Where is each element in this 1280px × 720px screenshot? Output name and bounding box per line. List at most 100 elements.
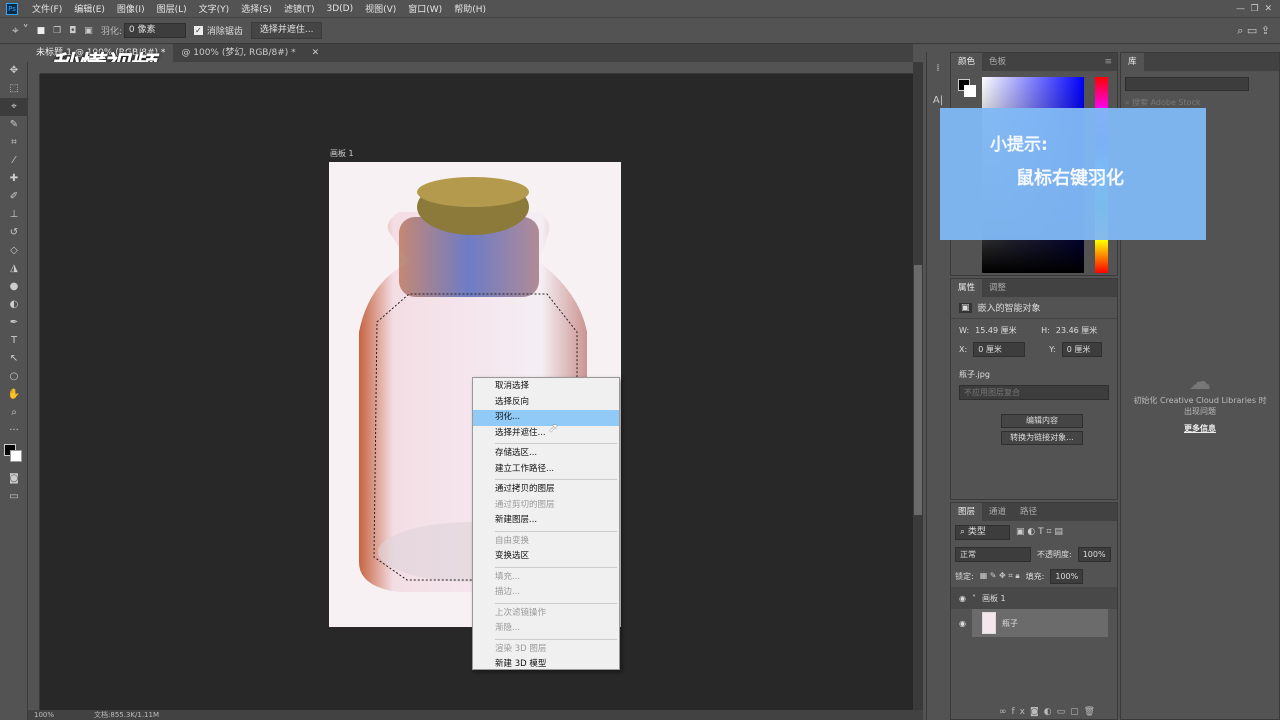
subtract-selection-icon[interactable]: ◘ [69,26,76,36]
edit-contents-button[interactable]: 编辑内容 [1001,414,1083,428]
stamp-tool-icon[interactable]: ⊥ [0,206,28,224]
antialias-checkbox[interactable]: ✓ [193,26,203,35]
visibility-eye-icon[interactable]: ◉ [959,594,966,603]
menu-item-layer-via-copy[interactable]: 通过拷贝的图层 [473,482,619,498]
shape-tool-icon[interactable]: ○ [0,368,28,386]
menu-item-new-3d-model[interactable]: 新建 3D 模型 [473,657,619,673]
layer-actions-icons[interactable]: ∞fx◙◐▭▢🗑︎ [999,707,1100,717]
menu-window[interactable]: 窗口(W) [402,2,448,15]
library-select[interactable] [1125,77,1249,91]
more-tools-icon[interactable]: ··· [0,422,28,440]
ruler-vertical [28,74,40,710]
convert-to-linked-button[interactable]: 转换为链接对象... [1001,431,1083,445]
close-tab-icon[interactable]: ✕ [304,44,328,62]
height-value[interactable]: 23.46 厘米 [1056,325,1097,336]
add-selection-icon[interactable]: ❐ [53,26,61,36]
filter-icons[interactable]: ▣ ◐ T ⌗ ▤ [1016,527,1063,537]
smart-object-icon: ▣ [959,302,972,313]
hand-tool-icon[interactable]: ✋ [0,386,28,404]
blend-mode-select[interactable]: 正常 [955,546,1031,562]
antialias-label: 消除锯齿 [206,27,243,37]
menu-item-transform-selection[interactable]: 变换选区 [473,549,619,565]
tab-layers[interactable]: 图层 [951,503,983,521]
zoom-tool-icon[interactable]: ⌕ [0,404,28,422]
foreground-background-color[interactable] [0,440,28,470]
menu-item-deselect[interactable]: 取消选择 [473,379,619,395]
menu-item-new-layer[interactable]: 新建图层... [473,513,619,529]
height-label: H: [1041,325,1050,335]
width-value[interactable]: 15.49 厘米 [975,325,1035,336]
menu-layer[interactable]: 图层(L) [151,2,193,15]
marquee-tool-icon[interactable]: ⬚ [0,80,28,98]
menu-select[interactable]: 选择(S) [235,2,278,15]
visibility-eye-icon[interactable]: ◉ [959,619,966,628]
tab-properties[interactable]: 属性 [951,279,983,297]
polygonal-lasso-icon[interactable]: ⌖ ˅ [12,23,29,38]
menu-filter[interactable]: 滤镜(T) [278,2,321,15]
x-input[interactable]: 0 厘米 [973,341,1026,357]
history-brush-icon[interactable]: ↺ [0,224,28,242]
history-panel-icon[interactable]: ⁞ [927,60,949,78]
window-controls[interactable]: — ❐ ✕ [1236,4,1280,14]
eyedropper-icon[interactable]: ⁄ [0,152,28,170]
intersect-selection-icon[interactable]: ▣ [84,26,93,36]
y-input[interactable]: 0 厘米 [1061,341,1102,357]
tab-paths[interactable]: 路径 [1013,503,1044,521]
stock-search-input[interactable]: ⌕ 搜索 Adobe Stock [1125,97,1275,108]
tab-channels[interactable]: 通道 [982,503,1013,521]
menu-file[interactable]: 文件(F) [26,2,68,15]
lasso-tool-icon[interactable]: ⌖ [0,98,28,116]
blur-tool-icon[interactable]: ● [0,278,28,296]
brush-tool-icon[interactable]: ✐ [0,188,28,206]
expand-chevron-icon[interactable]: ˅ [972,594,976,603]
menu-separator [495,530,617,532]
scrollbar-thumb[interactable] [914,265,922,515]
zoom-level[interactable]: 100% [34,710,54,720]
opacity-label: 不透明度: [1037,549,1072,559]
path-select-icon[interactable]: ↖ [0,350,28,368]
lock-icons[interactable]: ▦ ✎ ✥ ⌗ 🔒︎ [980,571,1020,581]
tab-document-2[interactable]: @ 100% (梦幻, RGB/8#) * [173,44,303,62]
tab-color[interactable]: 颜色 [951,53,983,71]
panel-menu-icon[interactable]: ≡ [1099,53,1117,71]
pen-tool-icon[interactable]: ✒ [0,314,28,332]
tab-libraries[interactable]: 库 [1121,53,1144,71]
crop-tool-icon[interactable]: ⌗ [0,134,28,152]
tab-adjustments[interactable]: 调整 [982,279,1013,297]
menu-item-save-selection[interactable]: 存储选区... [473,446,619,462]
fill-input[interactable]: 100% [1050,568,1084,584]
eraser-icon[interactable]: ◇ [0,242,28,260]
layer-filter-select[interactable]: ⌕ 类型 [955,524,1010,540]
opacity-input[interactable]: 100% [1077,546,1111,562]
new-selection-icon[interactable]: ■ [37,26,46,36]
quick-select-icon[interactable]: ✎ [0,116,28,134]
layer-comp-select[interactable]: 不应用图层复合 [959,385,1109,400]
quick-mask-icon[interactable]: ◙ [0,470,28,488]
menu-view[interactable]: 视图(V) [359,2,402,15]
tools-panel: ✥ ⬚ ⌖ ✎ ⌗ ⁄ ✚ ✐ ⊥ ↺ ◇ ◮ ● ◐ ✒ T ↖ ○ ✋ ⌕ … [0,62,28,720]
menu-type[interactable]: 文字(Y) [193,2,236,15]
menu-item-inverse[interactable]: 选择反向 [473,395,619,411]
type-tool-icon[interactable]: T [0,332,28,350]
dodge-tool-icon[interactable]: ◐ [0,296,28,314]
search-workspace-icons[interactable]: ⌕ ▭ ⇪ [1237,24,1280,38]
menu-item-feather[interactable]: 羽化... [473,410,619,426]
layer-bottle[interactable]: 瓶子 [971,609,1108,637]
x-label: X: [959,344,968,354]
menu-help[interactable]: 帮助(H) [448,2,492,15]
feather-input[interactable]: 0 像素 [123,23,186,38]
layer-artboard-1[interactable]: 画板 1 [982,593,1006,604]
gradient-tool-icon[interactable]: ◮ [0,260,28,278]
select-and-mask-button[interactable]: 选择并遮住... [250,22,323,39]
healing-brush-icon[interactable]: ✚ [0,170,28,188]
menu-item-select-and-mask[interactable]: 选择并遮住... [473,426,619,442]
background-swatch[interactable] [964,85,976,97]
tab-swatches[interactable]: 色板 [982,53,1013,71]
menu-edit[interactable]: 编辑(E) [68,2,111,15]
move-tool-icon[interactable]: ✥ [0,62,28,80]
menu-item-make-work-path[interactable]: 建立工作路径... [473,462,619,478]
menu-image[interactable]: 图像(I) [111,2,151,15]
more-info-link[interactable]: 更多信息 [1121,423,1279,434]
screen-mode-icon[interactable]: ▭ [0,488,28,506]
menu-3d[interactable]: 3D(D) [320,4,359,14]
